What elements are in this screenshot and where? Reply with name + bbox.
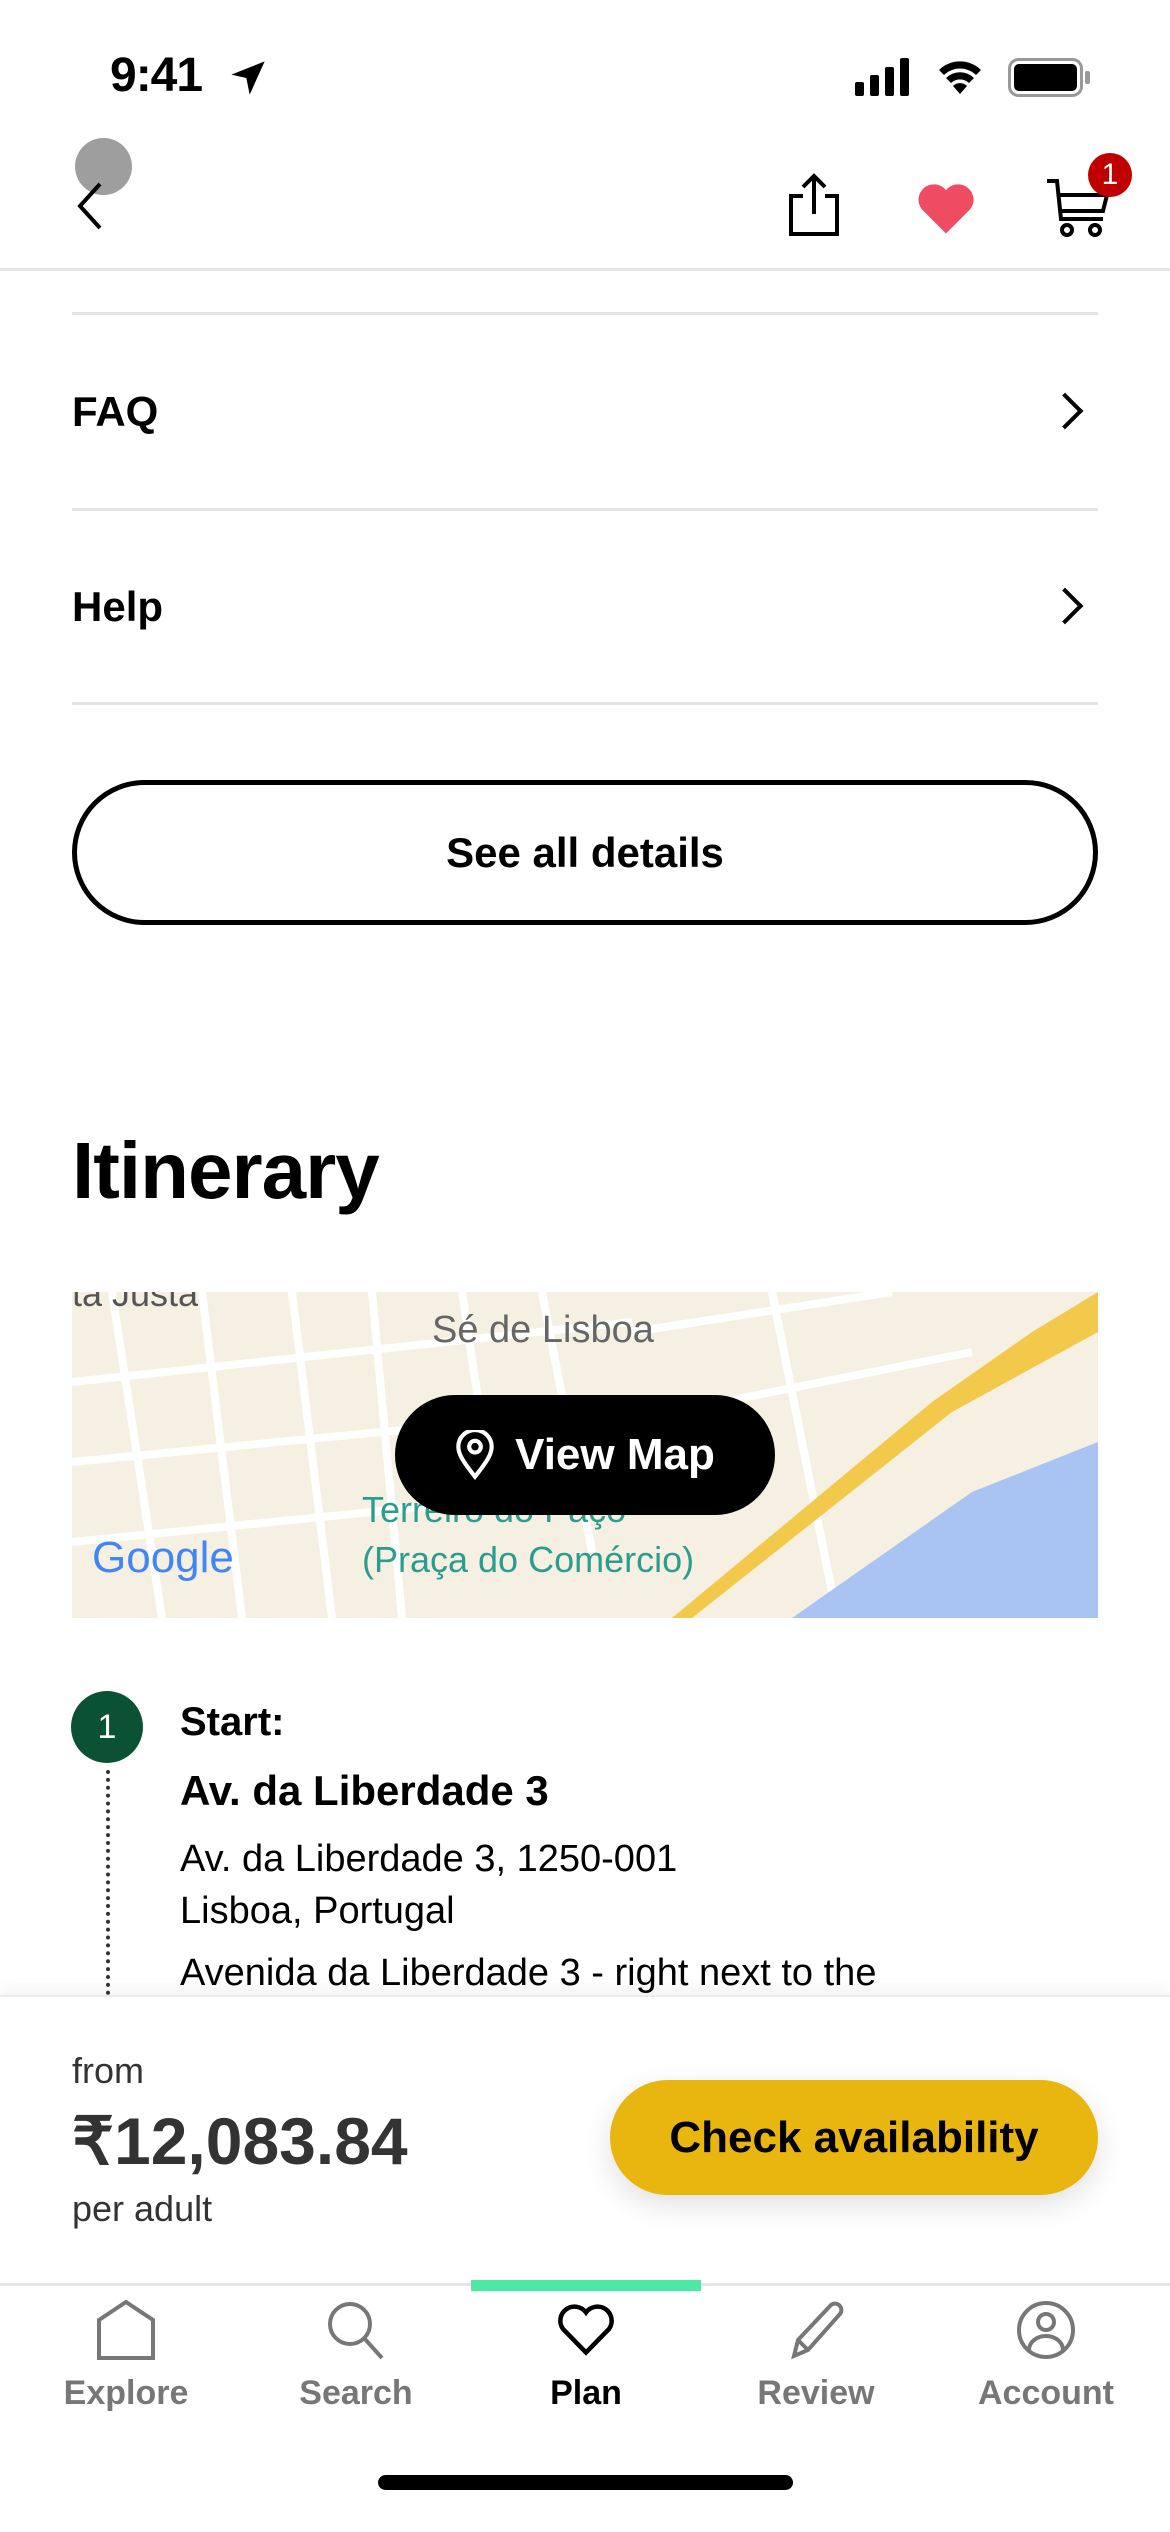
map-label: Sé de Lisboa: [432, 1309, 655, 1351]
faq-label: FAQ: [72, 388, 159, 435]
check-availability-button[interactable]: Check availability: [610, 2080, 1098, 2195]
tab-label: Review: [757, 2374, 875, 2412]
per-adult-label: per adult: [72, 2188, 213, 2229]
step-description: Avenida da Liberdade 3 - right next to t…: [180, 1952, 877, 1994]
map-label: ta Justa: [72, 1292, 199, 1314]
chevron-right-icon: [1046, 392, 1084, 430]
price: ₹12,083.84: [72, 2104, 408, 2178]
chevron-right-icon: [1046, 587, 1084, 625]
tab-plan[interactable]: Plan: [471, 2300, 701, 2413]
location-arrow-icon: [231, 61, 265, 95]
help-label: Help: [72, 583, 164, 630]
tab-label: Account: [978, 2374, 1114, 2412]
tab-label: Explore: [63, 2374, 189, 2412]
account-icon: [1017, 2301, 1075, 2359]
faq-row[interactable]: FAQ: [0, 315, 1170, 510]
home-indicator: [378, 2475, 793, 2490]
itinerary-heading: Itinerary: [72, 1126, 380, 1215]
view-map-button[interactable]: View Map: [395, 1395, 775, 1515]
favorite-heart-icon[interactable]: [915, 180, 977, 236]
step-number: 1: [71, 1691, 143, 1763]
header-divider: [0, 268, 1170, 271]
help-row[interactable]: Help: [0, 511, 1170, 703]
wifi-icon: [939, 61, 981, 94]
tab-account[interactable]: Account: [931, 2300, 1161, 2413]
status-time: 9:41: [110, 49, 203, 102]
map-label: (Praça do Comércio): [362, 1539, 694, 1580]
search-icon: [328, 2302, 384, 2360]
view-map-label: View Map: [515, 1430, 715, 1479]
tab-review[interactable]: Review: [701, 2300, 931, 2413]
step-name: Av. da Liberdade 3: [180, 1767, 549, 1814]
pencil-icon: [791, 2301, 844, 2360]
timeline-line: [106, 1770, 110, 1995]
signal-icon: [855, 58, 909, 96]
step-kind: Start:: [180, 1700, 285, 1744]
home-icon: [97, 2300, 155, 2360]
tab-explore[interactable]: Explore: [11, 2300, 241, 2413]
step-address-line2: Lisboa, Portugal: [180, 1890, 455, 1932]
heart-outline-icon: [558, 2304, 614, 2356]
tab-label: Search: [299, 2374, 413, 2412]
back-button[interactable]: [70, 180, 110, 232]
google-attribution: Google: [92, 1533, 234, 1582]
from-label: from: [72, 2050, 144, 2091]
tab-label: Plan: [550, 2374, 622, 2412]
divider: [72, 702, 1098, 705]
step-address-line1: Av. da Liberdade 3, 1250-001: [180, 1838, 678, 1880]
map-pin-icon: [456, 1430, 494, 1480]
see-all-details-button[interactable]: See all details: [72, 780, 1098, 925]
tab-search[interactable]: Search: [241, 2300, 471, 2413]
battery-icon: [1008, 58, 1090, 97]
cart-badge: 1: [1088, 153, 1132, 197]
active-tab-indicator: [471, 2280, 701, 2291]
share-icon[interactable]: [785, 172, 843, 238]
